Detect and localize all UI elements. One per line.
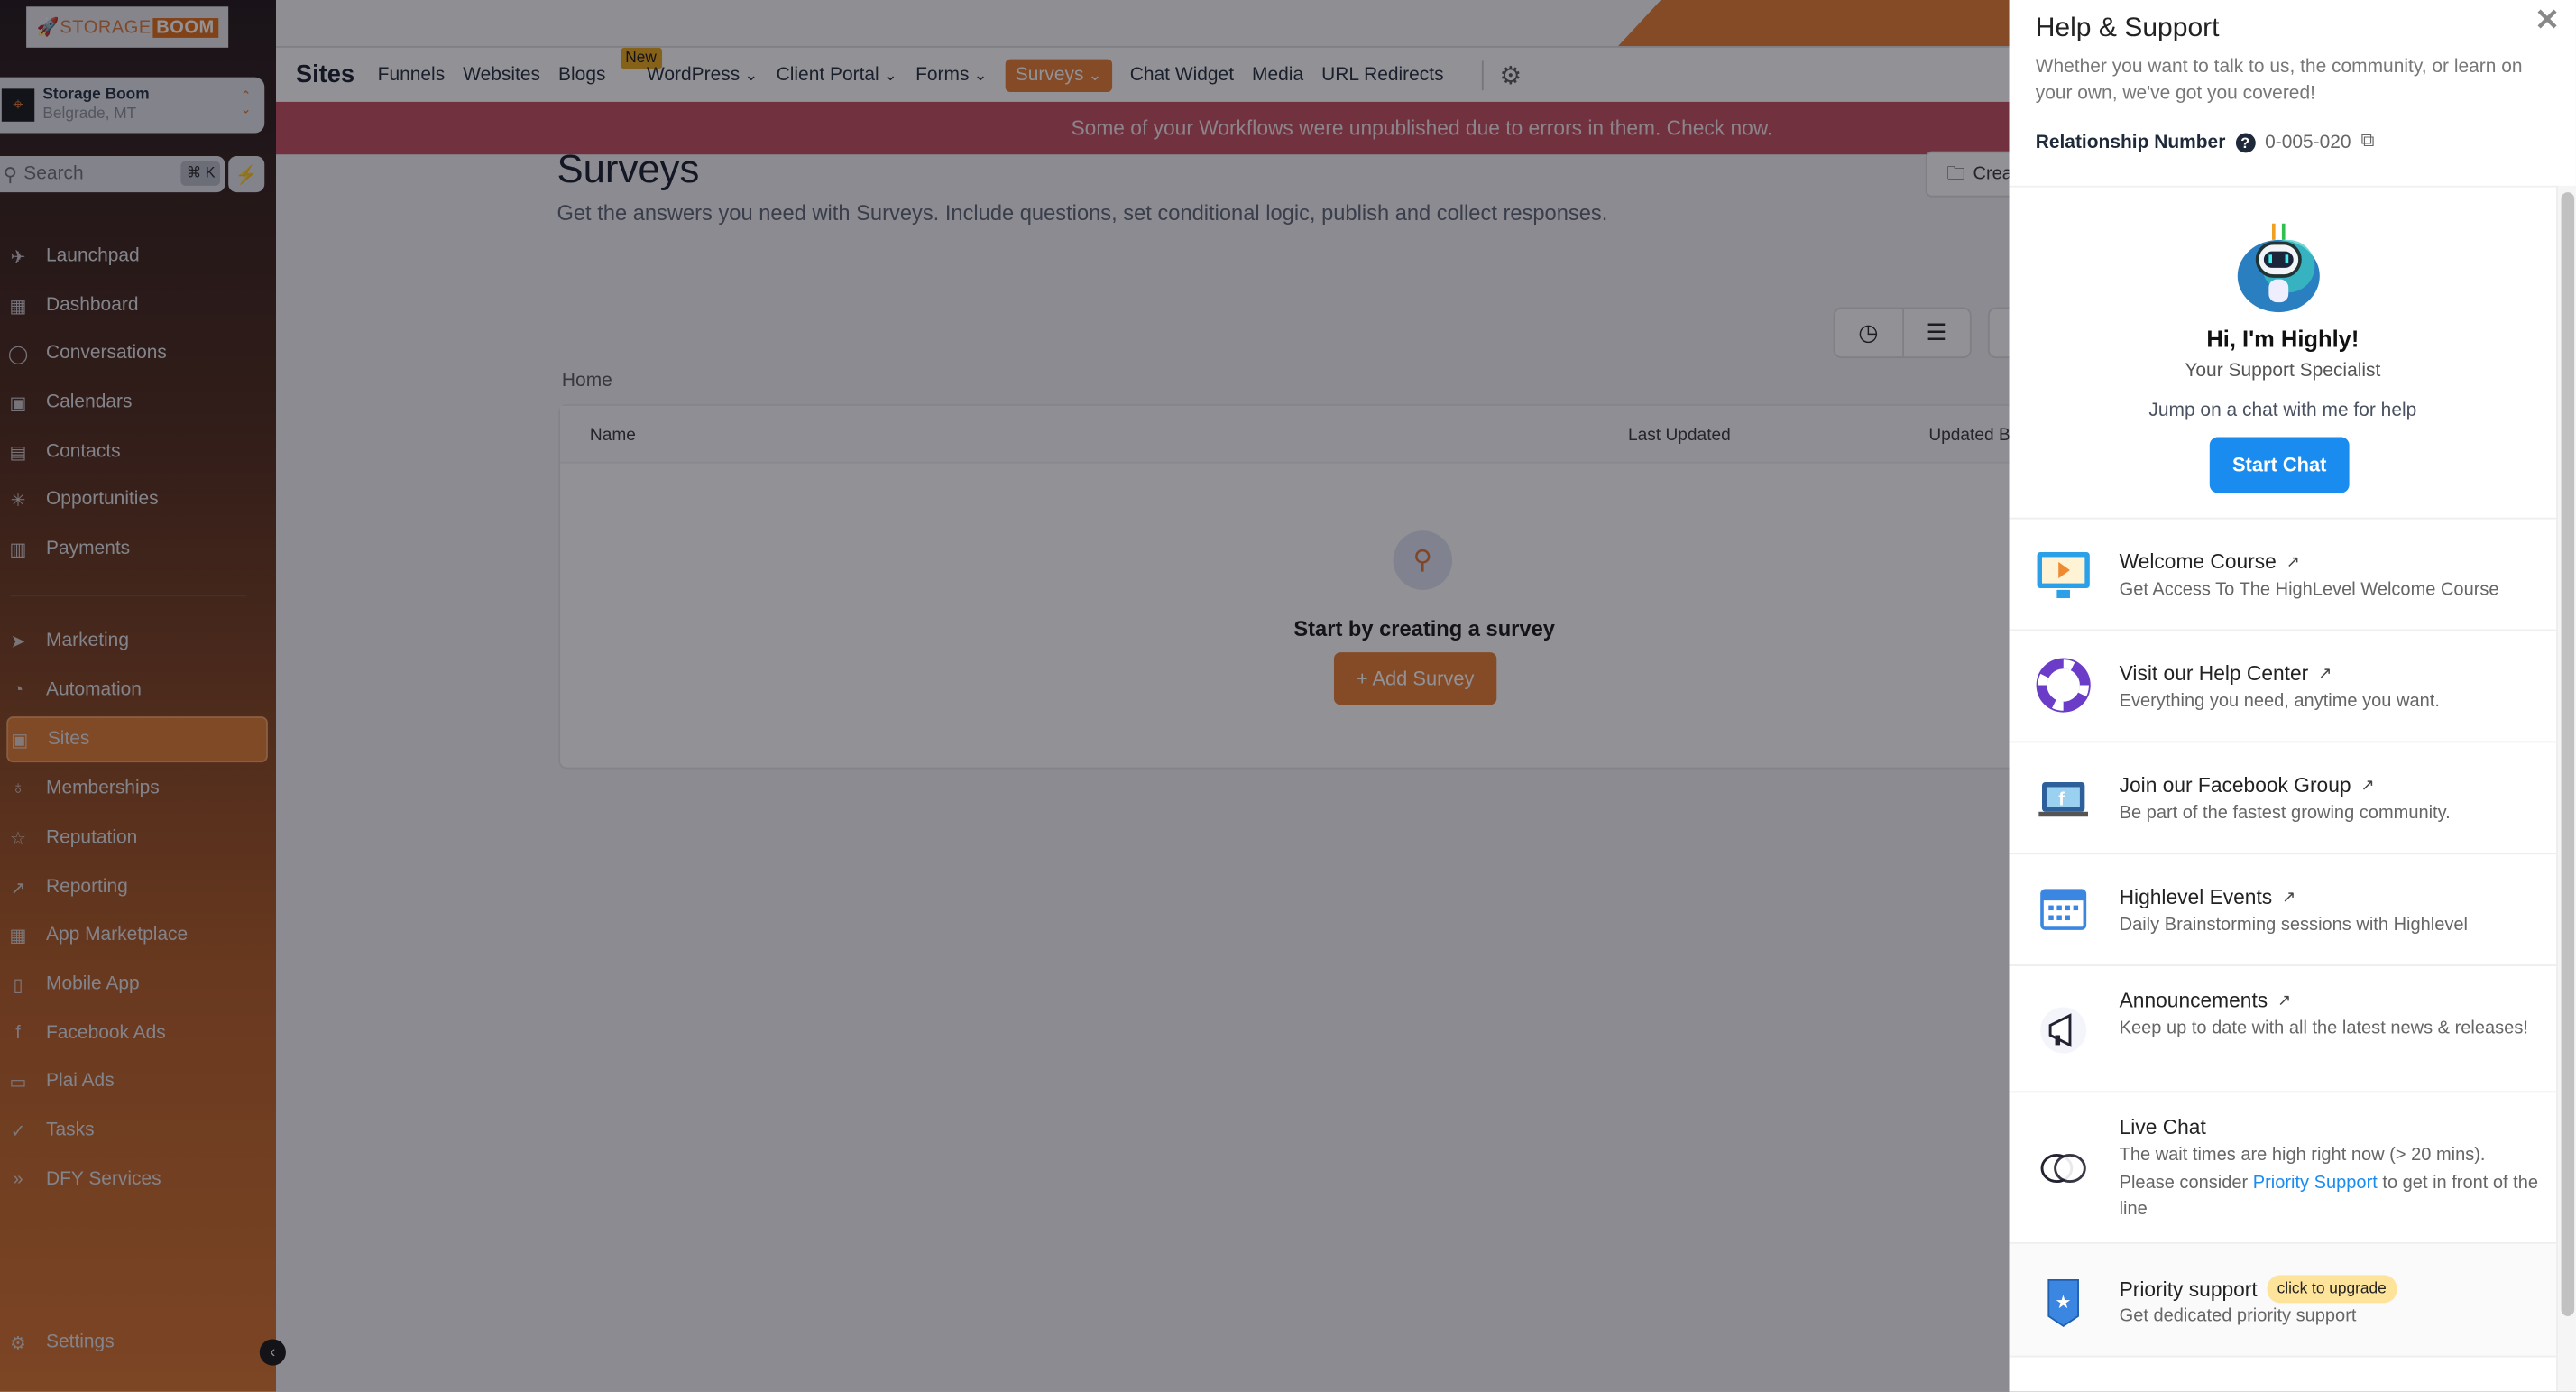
- help-item-live-chat[interactable]: Live Chat The wait times are high right …: [2009, 1092, 2557, 1244]
- copy-icon[interactable]: ⧉: [2361, 132, 2375, 153]
- close-icon[interactable]: ✕: [2535, 4, 2559, 38]
- scrollbar-thumb[interactable]: [2561, 192, 2575, 1316]
- help-circle-icon[interactable]: ?: [2235, 132, 2256, 152]
- start-chat-button[interactable]: Start Chat: [2209, 437, 2350, 493]
- relationship-number: Relationship Number ? 0-005-020 ⧉: [2035, 131, 2375, 153]
- video-course-icon: [2032, 542, 2094, 604]
- chat-bubbles-icon: [2032, 1138, 2094, 1201]
- panel-subtitle: Whether you want to talk to us, the comm…: [2035, 57, 2523, 104]
- svg-text:★: ★: [2056, 1291, 2072, 1313]
- panel-title: Help & Support: [2035, 13, 2220, 43]
- megaphone-icon: [2032, 999, 2094, 1061]
- external-link-icon: ↗: [2360, 776, 2375, 795]
- help-item-announcements[interactable]: Announcements ↗ Keep up to date with all …: [2009, 966, 2557, 1093]
- lifebuoy-icon: [2032, 654, 2094, 716]
- chatbot-section: Hi, I'm Highly! Your Support Specialist …: [2009, 185, 2557, 520]
- help-item-events[interactable]: Highlevel Events ↗ Daily Brainstorming se…: [2009, 854, 2557, 966]
- help-item-help-center[interactable]: Visit our Help Center ↗ Everything you ne…: [2009, 631, 2557, 743]
- bot-greeting: Hi, I'm Highly!: [2206, 325, 2360, 352]
- help-item-priority-support[interactable]: ★ Priority support click to upgrade Get d…: [2009, 1243, 2557, 1358]
- calendar-icon: [2032, 878, 2094, 940]
- external-link-icon: ↗: [2286, 552, 2301, 571]
- bot-prompt: Jump on a chat with me for help: [2148, 401, 2417, 421]
- priority-support-link[interactable]: Priority Support: [2253, 1173, 2378, 1193]
- svg-text:f: f: [2058, 789, 2065, 809]
- badge-star-icon: ★: [2032, 1270, 2094, 1332]
- help-item-welcome-course[interactable]: Welcome Course ↗ Get Access To The HighLe…: [2009, 520, 2557, 631]
- panel-scrollbar[interactable]: [2556, 185, 2576, 1392]
- external-link-icon: ↗: [2277, 991, 2292, 1010]
- help-item-facebook-group[interactable]: f Join our Facebook Group ↗ Be part of th…: [2009, 742, 2557, 855]
- external-link-icon: ↗: [2282, 888, 2296, 907]
- robot-avatar-icon: [2237, 223, 2320, 313]
- external-link-icon: ↗: [2318, 664, 2332, 683]
- facebook-group-icon: f: [2032, 766, 2094, 828]
- bot-role: Your Support Specialist: [2185, 361, 2381, 382]
- modal-overlay[interactable]: [0, 0, 2010, 1392]
- help-support-panel: Help & Support ✕ Whether you want to tal…: [2009, 0, 2576, 1392]
- upgrade-badge[interactable]: click to upgrade: [2267, 1275, 2397, 1304]
